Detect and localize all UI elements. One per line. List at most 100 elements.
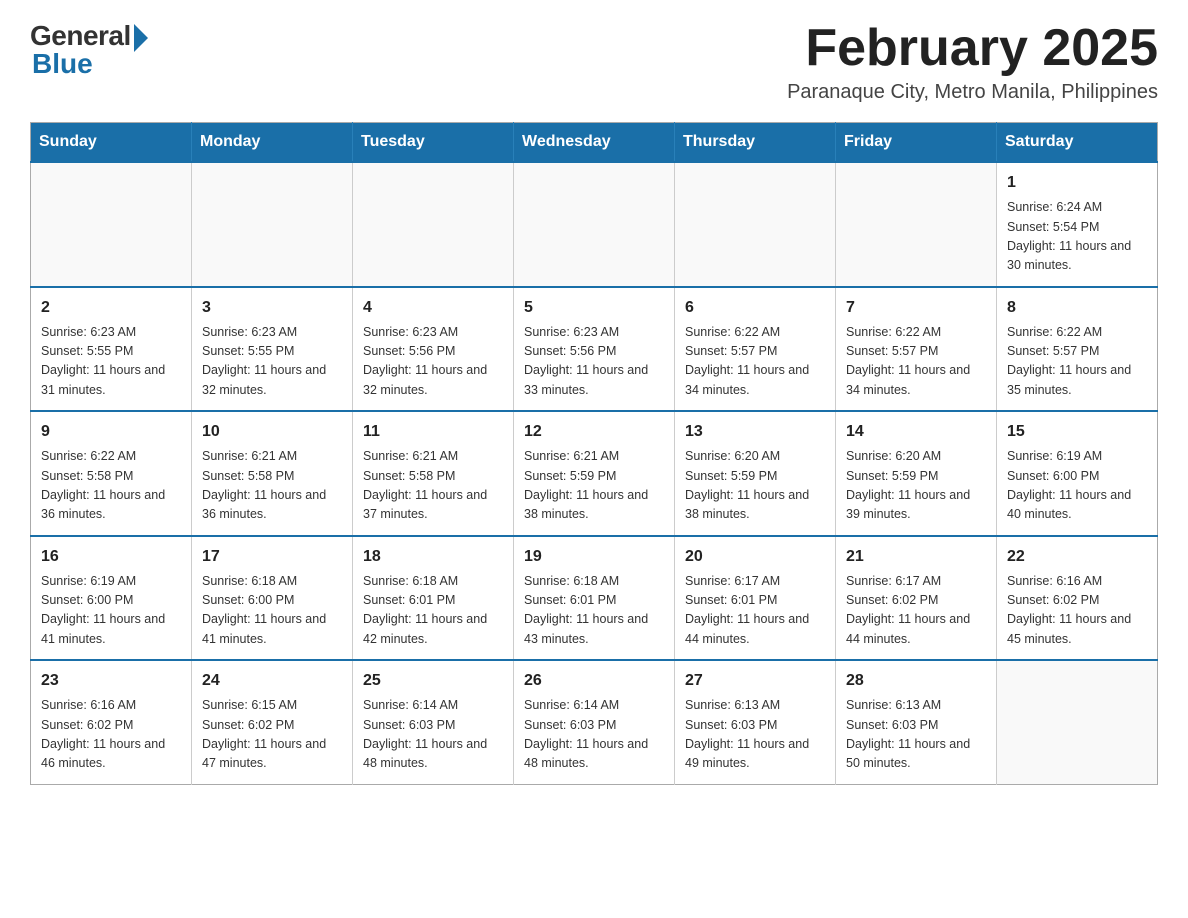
- day-info: Sunrise: 6:21 AM Sunset: 5:59 PM Dayligh…: [524, 447, 664, 525]
- day-cell: 4 Sunrise: 6:23 AM Sunset: 5:56 PM Daylig…: [353, 287, 514, 412]
- day-info: Sunrise: 6:21 AM Sunset: 5:58 PM Dayligh…: [363, 447, 503, 525]
- day-number: 7: [846, 296, 986, 320]
- day-cell: [514, 162, 675, 287]
- day-cell: 7 Sunrise: 6:22 AM Sunset: 5:57 PM Daylig…: [836, 287, 997, 412]
- day-cell: 26 Sunrise: 6:14 AM Sunset: 6:03 PM Dayli…: [514, 660, 675, 784]
- calendar-title: February 2025: [787, 20, 1158, 77]
- day-number: 24: [202, 669, 342, 693]
- day-info: Sunrise: 6:23 AM Sunset: 5:56 PM Dayligh…: [524, 323, 664, 401]
- week-row-3: 9 Sunrise: 6:22 AM Sunset: 5:58 PM Daylig…: [31, 411, 1158, 536]
- day-cell: [31, 162, 192, 287]
- day-info: Sunrise: 6:22 AM Sunset: 5:57 PM Dayligh…: [846, 323, 986, 401]
- day-number: 1: [1007, 171, 1147, 195]
- day-number: 28: [846, 669, 986, 693]
- weekday-header-thursday: Thursday: [675, 123, 836, 163]
- day-cell: [675, 162, 836, 287]
- day-cell: 1 Sunrise: 6:24 AM Sunset: 5:54 PM Daylig…: [997, 162, 1158, 287]
- week-row-4: 16 Sunrise: 6:19 AM Sunset: 6:00 PM Dayli…: [31, 536, 1158, 661]
- day-number: 8: [1007, 296, 1147, 320]
- day-number: 27: [685, 669, 825, 693]
- day-info: Sunrise: 6:21 AM Sunset: 5:58 PM Dayligh…: [202, 447, 342, 525]
- day-number: 17: [202, 545, 342, 569]
- title-block: February 2025 Paranaque City, Metro Mani…: [787, 20, 1158, 104]
- day-info: Sunrise: 6:20 AM Sunset: 5:59 PM Dayligh…: [685, 447, 825, 525]
- logo-blue-text: Blue: [32, 48, 93, 80]
- day-cell: 27 Sunrise: 6:13 AM Sunset: 6:03 PM Dayli…: [675, 660, 836, 784]
- day-info: Sunrise: 6:20 AM Sunset: 5:59 PM Dayligh…: [846, 447, 986, 525]
- day-number: 26: [524, 669, 664, 693]
- day-cell: 18 Sunrise: 6:18 AM Sunset: 6:01 PM Dayli…: [353, 536, 514, 661]
- day-cell: 9 Sunrise: 6:22 AM Sunset: 5:58 PM Daylig…: [31, 411, 192, 536]
- day-info: Sunrise: 6:13 AM Sunset: 6:03 PM Dayligh…: [685, 696, 825, 774]
- day-cell: 15Sunrise: 6:19 AM Sunset: 6:00 PM Dayli…: [997, 411, 1158, 536]
- day-number: 11: [363, 420, 503, 444]
- weekday-header-wednesday: Wednesday: [514, 123, 675, 163]
- weekday-header-saturday: Saturday: [997, 123, 1158, 163]
- day-info: Sunrise: 6:23 AM Sunset: 5:55 PM Dayligh…: [202, 323, 342, 401]
- day-number: 16: [41, 545, 181, 569]
- day-number: 23: [41, 669, 181, 693]
- day-number: 2: [41, 296, 181, 320]
- week-row-2: 2 Sunrise: 6:23 AM Sunset: 5:55 PM Daylig…: [31, 287, 1158, 412]
- day-cell: 21 Sunrise: 6:17 AM Sunset: 6:02 PM Dayli…: [836, 536, 997, 661]
- day-info: Sunrise: 6:18 AM Sunset: 6:01 PM Dayligh…: [363, 572, 503, 650]
- day-info: Sunrise: 6:24 AM Sunset: 5:54 PM Dayligh…: [1007, 198, 1147, 276]
- day-cell: 22 Sunrise: 6:16 AM Sunset: 6:02 PM Dayli…: [997, 536, 1158, 661]
- day-cell: 14 Sunrise: 6:20 AM Sunset: 5:59 PM Dayli…: [836, 411, 997, 536]
- day-info: Sunrise: 6:22 AM Sunset: 5:57 PM Dayligh…: [685, 323, 825, 401]
- day-info: Sunrise: 6:22 AM Sunset: 5:57 PM Dayligh…: [1007, 323, 1147, 401]
- day-info: Sunrise: 6:14 AM Sunset: 6:03 PM Dayligh…: [524, 696, 664, 774]
- logo-arrow-icon: [134, 24, 148, 52]
- day-info: Sunrise: 6:16 AM Sunset: 6:02 PM Dayligh…: [1007, 572, 1147, 650]
- weekday-header-monday: Monday: [192, 123, 353, 163]
- day-cell: 12 Sunrise: 6:21 AM Sunset: 5:59 PM Dayli…: [514, 411, 675, 536]
- day-cell: [353, 162, 514, 287]
- calendar-table: SundayMondayTuesdayWednesdayThursdayFrid…: [30, 122, 1158, 785]
- day-number: 22: [1007, 545, 1147, 569]
- day-info: Sunrise: 6:17 AM Sunset: 6:01 PM Dayligh…: [685, 572, 825, 650]
- day-cell: 16 Sunrise: 6:19 AM Sunset: 6:00 PM Dayli…: [31, 536, 192, 661]
- day-info: Sunrise: 6:17 AM Sunset: 6:02 PM Dayligh…: [846, 572, 986, 650]
- day-info: Sunrise: 6:18 AM Sunset: 6:01 PM Dayligh…: [524, 572, 664, 650]
- day-cell: 25Sunrise: 6:14 AM Sunset: 6:03 PM Dayli…: [353, 660, 514, 784]
- day-number: 19: [524, 545, 664, 569]
- day-info: Sunrise: 6:22 AM Sunset: 5:58 PM Dayligh…: [41, 447, 181, 525]
- week-row-1: 1 Sunrise: 6:24 AM Sunset: 5:54 PM Daylig…: [31, 162, 1158, 287]
- day-cell: 10 Sunrise: 6:21 AM Sunset: 5:58 PM Dayli…: [192, 411, 353, 536]
- day-number: 5: [524, 296, 664, 320]
- day-number: 20: [685, 545, 825, 569]
- week-row-5: 23 Sunrise: 6:16 AM Sunset: 6:02 PM Dayli…: [31, 660, 1158, 784]
- day-number: 4: [363, 296, 503, 320]
- day-info: Sunrise: 6:18 AM Sunset: 6:00 PM Dayligh…: [202, 572, 342, 650]
- day-number: 21: [846, 545, 986, 569]
- day-cell: 5 Sunrise: 6:23 AM Sunset: 5:56 PM Daylig…: [514, 287, 675, 412]
- day-number: 18: [363, 545, 503, 569]
- day-number: 6: [685, 296, 825, 320]
- day-cell: 28 Sunrise: 6:13 AM Sunset: 6:03 PM Dayli…: [836, 660, 997, 784]
- day-number: 3: [202, 296, 342, 320]
- day-cell: 6 Sunrise: 6:22 AM Sunset: 5:57 PM Daylig…: [675, 287, 836, 412]
- day-number: 14: [846, 420, 986, 444]
- day-number: 12: [524, 420, 664, 444]
- day-cell: 13Sunrise: 6:20 AM Sunset: 5:59 PM Dayli…: [675, 411, 836, 536]
- day-info: Sunrise: 6:14 AM Sunset: 6:03 PM Dayligh…: [363, 696, 503, 774]
- logo: General Blue: [30, 20, 148, 80]
- day-cell: 11 Sunrise: 6:21 AM Sunset: 5:58 PM Dayli…: [353, 411, 514, 536]
- day-number: 9: [41, 420, 181, 444]
- day-info: Sunrise: 6:13 AM Sunset: 6:03 PM Dayligh…: [846, 696, 986, 774]
- day-number: 10: [202, 420, 342, 444]
- day-info: Sunrise: 6:23 AM Sunset: 5:56 PM Dayligh…: [363, 323, 503, 401]
- page-header: General Blue February 2025 Paranaque Cit…: [30, 20, 1158, 104]
- day-cell: [997, 660, 1158, 784]
- day-info: Sunrise: 6:16 AM Sunset: 6:02 PM Dayligh…: [41, 696, 181, 774]
- day-cell: 8 Sunrise: 6:22 AM Sunset: 5:57 PM Daylig…: [997, 287, 1158, 412]
- calendar-location: Paranaque City, Metro Manila, Philippine…: [787, 81, 1158, 104]
- weekday-header-row: SundayMondayTuesdayWednesdayThursdayFrid…: [31, 123, 1158, 163]
- day-cell: 3 Sunrise: 6:23 AM Sunset: 5:55 PM Daylig…: [192, 287, 353, 412]
- day-cell: 17 Sunrise: 6:18 AM Sunset: 6:00 PM Dayli…: [192, 536, 353, 661]
- day-cell: [192, 162, 353, 287]
- day-cell: 20 Sunrise: 6:17 AM Sunset: 6:01 PM Dayli…: [675, 536, 836, 661]
- weekday-header-sunday: Sunday: [31, 123, 192, 163]
- day-cell: 23 Sunrise: 6:16 AM Sunset: 6:02 PM Dayli…: [31, 660, 192, 784]
- day-info: Sunrise: 6:19 AM Sunset: 6:00 PM Dayligh…: [41, 572, 181, 650]
